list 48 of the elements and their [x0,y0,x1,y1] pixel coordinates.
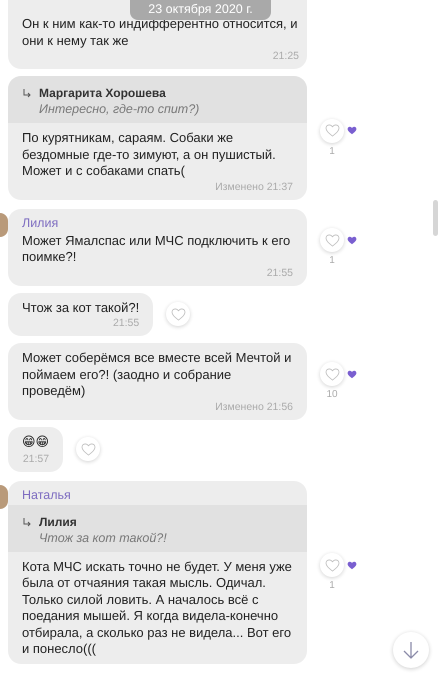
heart-icon [324,368,340,381]
reply-author: Маргарита Хорошева [39,86,166,100]
reply-arrow-icon [22,88,32,98]
reply-quote[interactable]: Маргарита Хорошева Интересно, где-то спит?) [8,76,307,123]
emoji-text: 😁😁 [22,434,50,452]
heart-icon [80,442,96,456]
message-time: 21:25 [272,50,299,63]
reply-author: Лилия [39,514,77,528]
like-button[interactable] [320,362,344,386]
message-text: По курятникам, сараям. Собаки же бездомные где-то зимуют, а он пушистый. Может и с собаками спать( [22,130,277,180]
heart-icon [347,236,357,244]
reaction-count: 1 [328,255,336,266]
reaction-count: 1 [328,146,336,157]
message-time: 21:55 [112,317,140,330]
reaction-count: 10 [325,389,339,400]
heart-icon [347,370,357,379]
heart-icon [324,124,340,138]
message-time: 21:55 [266,266,293,280]
message-text: Кота МЧС искать точно не будет. У меня уже была от отчаяния такая мысль. Одичал. Только силой ловить. А началось всё с поедания мышей. Я когда видела-конечно отбирала, а сколько раз не видела... Вот его и понесло((( [22,558,293,658]
heart-icon [347,560,357,570]
sender-name[interactable]: Лилия [22,216,293,230]
avatar[interactable] [0,484,8,508]
heart-icon [324,558,340,572]
message-text: Может соберёмся все вместе всей Мечтой и поймаем его?! (заодно и собрание проведём) [22,350,292,400]
like-button[interactable] [320,228,344,252]
message-time: Изменено 21:56 [214,400,293,414]
reply-quote[interactable]: Лилия Чтож за кот такой?! [8,504,307,552]
message-time: Изменено 21:37 [214,180,293,194]
sender-name[interactable]: Наталья [22,488,293,502]
heart-icon [347,126,357,136]
avatar[interactable] [0,212,8,236]
reaction-count: 1 [328,580,336,591]
message-text: Может Ямалспас или МЧС подключить к его поимке?! [22,232,292,266]
date-label: 23 октября 2020 г. [130,0,271,20]
reply-arrow-icon [22,516,32,526]
message-text: Чтож за кот такой?! [22,300,140,316]
arrow-down-icon [401,640,421,660]
scroll-down-button[interactable] [393,632,429,668]
heart-icon [324,234,340,246]
scrollbar-thumb[interactable] [433,200,438,236]
like-button[interactable] [320,118,344,143]
message-time: 21:57 [22,452,50,466]
like-button[interactable] [320,553,344,577]
reply-text: Чтож за кот такой?! [38,530,168,544]
like-button[interactable] [166,302,190,326]
heart-icon [170,308,186,321]
reply-text: Интересно, где-то спит?) [38,102,200,116]
like-button[interactable] [76,437,100,461]
